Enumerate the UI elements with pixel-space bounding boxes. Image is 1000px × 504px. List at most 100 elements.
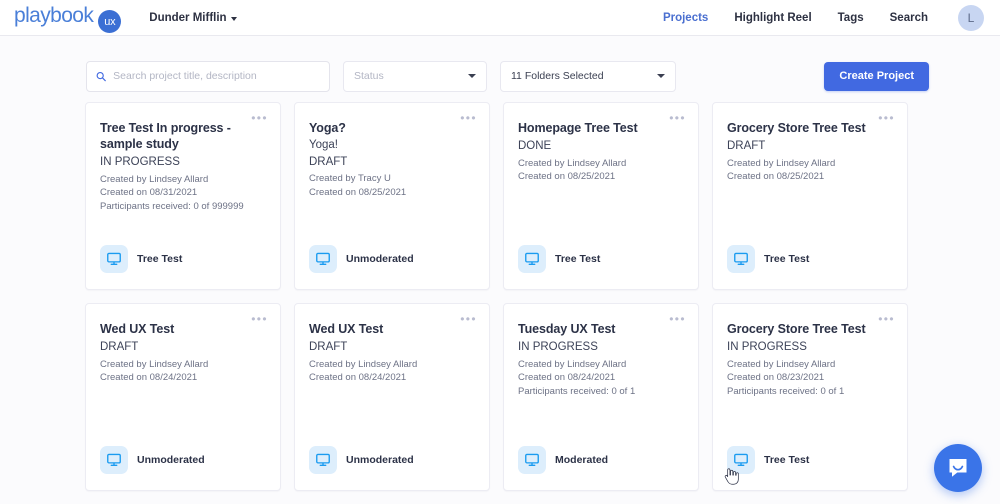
project-title: Wed UX Test — [100, 322, 175, 336]
project-created-by: Created by Lindsey Allard — [100, 358, 209, 370]
organization-selector[interactable]: Dunder Mifflin — [149, 11, 237, 24]
nav-item-tags[interactable]: Tags — [838, 12, 864, 24]
search-icon — [96, 71, 106, 81]
nav-item-projects[interactable]: Projects — [663, 12, 708, 24]
card-overflow-menu-button[interactable]: ••• — [251, 313, 268, 325]
folders-filter-label: 11 Folders Selected — [511, 70, 604, 82]
monitor-icon — [518, 245, 546, 273]
nav-item-highlight-reel[interactable]: Highlight Reel — [734, 12, 811, 24]
project-status: DRAFT — [727, 140, 766, 152]
monitor-icon — [100, 245, 128, 273]
project-card[interactable]: ••• Wed UX Test DRAFT Created by Lindsey Al… — [294, 303, 490, 491]
card-overflow-menu-button[interactable]: ••• — [669, 313, 686, 325]
project-type-label: Tree Test — [764, 253, 810, 265]
card-overflow-menu-button[interactable]: ••• — [251, 112, 268, 124]
project-status: IN PROGRESS — [100, 156, 180, 168]
project-type-row: Tree Test — [518, 245, 684, 289]
project-card-grid: ••• Tree Test In progress - sample study I… — [0, 102, 1000, 491]
project-created-on: Created on 08/31/2021 — [100, 187, 198, 199]
top-navigation-bar: playbook ux Dunder Mifflin Projects High… — [0, 0, 1000, 36]
project-type-label: Moderated — [555, 454, 609, 466]
project-created-on: Created on 08/25/2021 — [518, 171, 616, 183]
project-status: DRAFT — [309, 341, 348, 353]
project-title: Grocery Store Tree Test — [727, 121, 866, 135]
project-type-row: Tree Test — [727, 245, 893, 289]
status-filter-dropdown[interactable]: Status — [343, 60, 487, 92]
nav-item-search[interactable]: Search — [890, 12, 928, 24]
project-created-on: Created on 08/24/2021 — [100, 372, 198, 384]
monitor-icon — [309, 245, 337, 273]
project-title: Grocery Store Tree Test — [727, 322, 866, 336]
project-card[interactable]: ••• Homepage Tree Test DONE Created by Lind… — [503, 102, 699, 290]
project-status: DRAFT — [100, 341, 139, 353]
project-title: Wed UX Test — [309, 322, 384, 336]
folders-filter-dropdown[interactable]: 11 Folders Selected — [500, 60, 676, 92]
project-created-by: Created by Lindsey Allard — [727, 157, 836, 169]
status-filter-label: Status — [354, 70, 384, 82]
project-title: Homepage Tree Test — [518, 121, 638, 135]
project-created-by: Created by Lindsey Allard — [518, 157, 627, 169]
project-participants: Participants received: 0 of 1 — [518, 386, 636, 398]
project-type-row: Unmoderated — [309, 446, 475, 490]
monitor-icon — [100, 446, 128, 474]
card-overflow-menu-button[interactable]: ••• — [878, 313, 895, 325]
logo-wordmark: playbook — [14, 3, 94, 27]
project-created-by: Created by Lindsey Allard — [309, 358, 418, 370]
monitor-icon — [518, 446, 546, 474]
logo-ux-badge: ux — [98, 10, 122, 34]
project-card[interactable]: ••• Tuesday UX Test IN PROGRESS Created by … — [503, 303, 699, 491]
card-overflow-menu-button[interactable]: ••• — [460, 313, 477, 325]
card-overflow-menu-button[interactable]: ••• — [669, 112, 686, 124]
chevron-down-icon — [657, 74, 665, 78]
project-type-label: Unmoderated — [346, 253, 414, 265]
messenger-launcher-button[interactable] — [934, 444, 982, 492]
card-overflow-menu-button[interactable]: ••• — [460, 112, 477, 124]
card-overflow-menu-button[interactable]: ••• — [878, 112, 895, 124]
app-logo[interactable]: playbook ux — [14, 3, 122, 34]
search-field-wrapper[interactable] — [86, 60, 330, 92]
project-title: Tuesday UX Test — [518, 322, 616, 336]
project-participants: Participants received: 0 of 1 — [727, 386, 845, 398]
project-status: DONE — [518, 140, 552, 152]
project-type-row: Tree Test — [100, 245, 266, 289]
organization-name: Dunder Mifflin — [149, 11, 227, 24]
project-created-by: Created by Lindsey Allard — [100, 173, 209, 185]
project-card[interactable]: ••• Wed UX Test DRAFT Created by Lindsey Al… — [85, 303, 281, 491]
project-type-row: Unmoderated — [309, 245, 475, 289]
project-card[interactable]: ••• Tree Test In progress - sample study I… — [85, 102, 281, 290]
project-created-on: Created on 08/24/2021 — [309, 372, 407, 384]
project-type-label: Unmoderated — [137, 454, 205, 466]
project-title: Tree Test In progress - sample study — [100, 121, 231, 151]
primary-nav: Projects Highlight Reel Tags Search L — [663, 4, 984, 31]
project-created-on: Created on 08/24/2021 — [518, 372, 616, 384]
project-created-by: Created by Lindsey Allard — [518, 358, 627, 370]
project-type-label: Unmoderated — [346, 454, 414, 466]
project-type-row: Unmoderated — [100, 446, 266, 490]
chat-bubble-icon — [949, 459, 967, 477]
monitor-icon — [309, 446, 337, 474]
project-created-on: Created on 08/25/2021 — [309, 186, 407, 198]
project-created-by: Created by Tracy U — [309, 173, 391, 185]
project-type-row: Tree Test — [727, 446, 893, 490]
project-subtitle: Yoga! — [309, 139, 338, 151]
project-type-label: Tree Test — [137, 253, 183, 265]
project-created-on: Created on 08/23/2021 — [727, 372, 825, 384]
chevron-down-icon — [468, 74, 476, 78]
project-type-label: Tree Test — [555, 253, 601, 265]
project-card[interactable]: ••• Grocery Store Tree Test IN PROGRESS Cre… — [712, 303, 908, 491]
project-status: IN PROGRESS — [727, 341, 807, 353]
project-card[interactable]: ••• Yoga? Yoga! DRAFT Created by Tracy U Crea… — [294, 102, 490, 290]
user-avatar[interactable]: L — [958, 4, 984, 31]
project-card[interactable]: ••• Grocery Store Tree Test DRAFT Created b… — [712, 102, 908, 290]
monitor-icon — [727, 245, 755, 273]
project-title: Yoga? — [309, 121, 346, 135]
filter-toolbar: Status 11 Folders Selected Create Projec… — [0, 36, 1000, 102]
project-type-label: Tree Test — [764, 454, 810, 466]
monitor-icon — [727, 446, 755, 474]
project-participants: Participants received: 0 of 999999 — [100, 201, 244, 213]
chevron-down-icon — [230, 16, 237, 21]
project-created-on: Created on 08/25/2021 — [727, 171, 825, 183]
search-input[interactable] — [113, 70, 320, 82]
project-status: DRAFT — [309, 155, 348, 168]
create-project-button[interactable]: Create Project — [824, 61, 929, 91]
